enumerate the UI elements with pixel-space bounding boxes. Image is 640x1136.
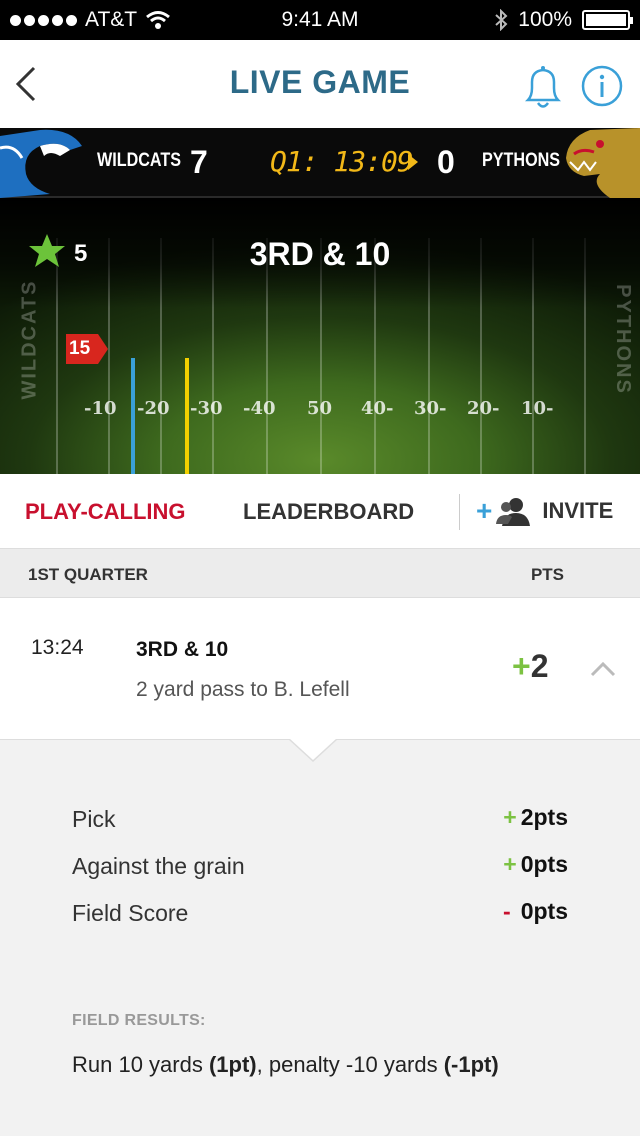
yard-number: 40- bbox=[361, 398, 394, 419]
invite-label: INVITE bbox=[542, 498, 614, 523]
yard-number: 30- bbox=[414, 398, 447, 419]
points-value: 2 bbox=[530, 648, 549, 684]
football-field: WILDCATS PYTHONS -10 -20 -30 -40 50 40- … bbox=[0, 198, 640, 474]
field-results-title: FIELD RESULTS: bbox=[72, 1012, 206, 1029]
detail-value: -0pts bbox=[503, 898, 568, 925]
yard-number: 20- bbox=[467, 398, 500, 419]
battery-icon bbox=[582, 10, 633, 30]
first-down-line bbox=[185, 358, 189, 474]
current-down: 3RD & 10 bbox=[249, 236, 391, 272]
tab-divider bbox=[459, 494, 460, 530]
home-team-name: WILDCATS bbox=[97, 150, 182, 171]
points-column-header: PTS bbox=[530, 565, 564, 584]
quarter-title: 1ST QUARTER bbox=[28, 565, 148, 584]
yard-number: -40 bbox=[243, 398, 276, 419]
detail-value: +0pts bbox=[503, 851, 568, 878]
play-row[interactable]: 13:24 3RD & 10 2 yard pass to B. Lefell … bbox=[0, 598, 640, 740]
right-endzone-label: PYTHONS bbox=[612, 284, 635, 395]
detail-row-field-score: Field Score -0pts bbox=[72, 898, 568, 936]
possession-arrow-icon bbox=[408, 154, 418, 170]
detail-sign: + bbox=[503, 804, 517, 830]
detail-row-against-grain: Against the grain +0pts bbox=[72, 851, 568, 889]
play-down: 3RD & 10 bbox=[136, 638, 229, 661]
quarter-header: 1ST QUARTER PTS bbox=[0, 548, 640, 598]
line-of-scrimmage bbox=[131, 358, 135, 474]
chevron-up-icon[interactable] bbox=[589, 660, 617, 678]
yard-number: -30 bbox=[190, 398, 223, 419]
battery-percent: 100% bbox=[518, 8, 572, 31]
points-sign: + bbox=[512, 648, 531, 684]
play-time: 13:24 bbox=[31, 636, 84, 659]
wildcats-logo-icon bbox=[0, 129, 82, 198]
scoreboard: WILDCATS 7 Q1: 13:09 0 PYTHONS bbox=[0, 128, 640, 198]
away-team-name: PYTHONS bbox=[482, 150, 561, 171]
add-person-icon bbox=[496, 498, 531, 526]
yard-number: 10- bbox=[521, 398, 554, 419]
detail-sign: - bbox=[503, 898, 511, 924]
tab-leaderboard[interactable]: LEADERBOARD bbox=[243, 499, 414, 525]
play-points: +2 bbox=[512, 648, 548, 685]
detail-sign: + bbox=[503, 851, 517, 877]
field-results-text: Run 10 yards (1pt), penalty -10 yards (-… bbox=[72, 1052, 499, 1078]
results-points: (1pt) bbox=[208, 1052, 257, 1077]
yard-number: -10 bbox=[84, 398, 117, 419]
detail-label: Pick bbox=[72, 806, 116, 832]
detail-label: Against the grain bbox=[72, 853, 245, 879]
ball-position: 15 bbox=[69, 338, 91, 359]
nav-bar: LIVE GAME bbox=[0, 40, 640, 128]
detail-points: 0pts bbox=[520, 851, 568, 877]
info-icon[interactable] bbox=[580, 64, 624, 108]
results-part: , penalty -10 yards bbox=[256, 1052, 444, 1077]
status-bar: AT&T 9:41 AM 100% bbox=[0, 0, 640, 40]
bell-icon[interactable] bbox=[518, 62, 568, 112]
results-points: (-1pt) bbox=[443, 1052, 499, 1077]
tab-play-calling[interactable]: PLAY-CALLING bbox=[25, 499, 186, 525]
game-clock: Q1: 13:09 bbox=[270, 145, 414, 178]
away-score: 0 bbox=[437, 144, 455, 180]
detail-row-pick: Pick +2pts bbox=[72, 804, 568, 842]
detail-points: 2pts bbox=[520, 804, 568, 830]
left-endzone-label: WILDCATS bbox=[18, 279, 41, 400]
detail-value: +2pts bbox=[503, 804, 568, 831]
detail-label: Field Score bbox=[72, 900, 189, 926]
home-score: 7 bbox=[190, 144, 208, 180]
invite-plus: + bbox=[476, 495, 493, 526]
results-part: Run 10 yards bbox=[72, 1052, 209, 1077]
yard-number: -20 bbox=[137, 398, 170, 419]
detail-pointer bbox=[289, 738, 337, 760]
play-description: 2 yard pass to B. Lefell bbox=[136, 678, 350, 701]
tab-bar: PLAY-CALLING LEADERBOARD + INVITE bbox=[0, 474, 640, 548]
bluetooth-icon bbox=[495, 9, 508, 31]
detail-points: 0pts bbox=[520, 898, 568, 924]
pythons-logo-icon bbox=[566, 128, 640, 198]
status-right: 100% bbox=[494, 8, 633, 32]
yard-number: 50 bbox=[307, 398, 333, 419]
invite-button[interactable]: + INVITE bbox=[476, 496, 613, 526]
